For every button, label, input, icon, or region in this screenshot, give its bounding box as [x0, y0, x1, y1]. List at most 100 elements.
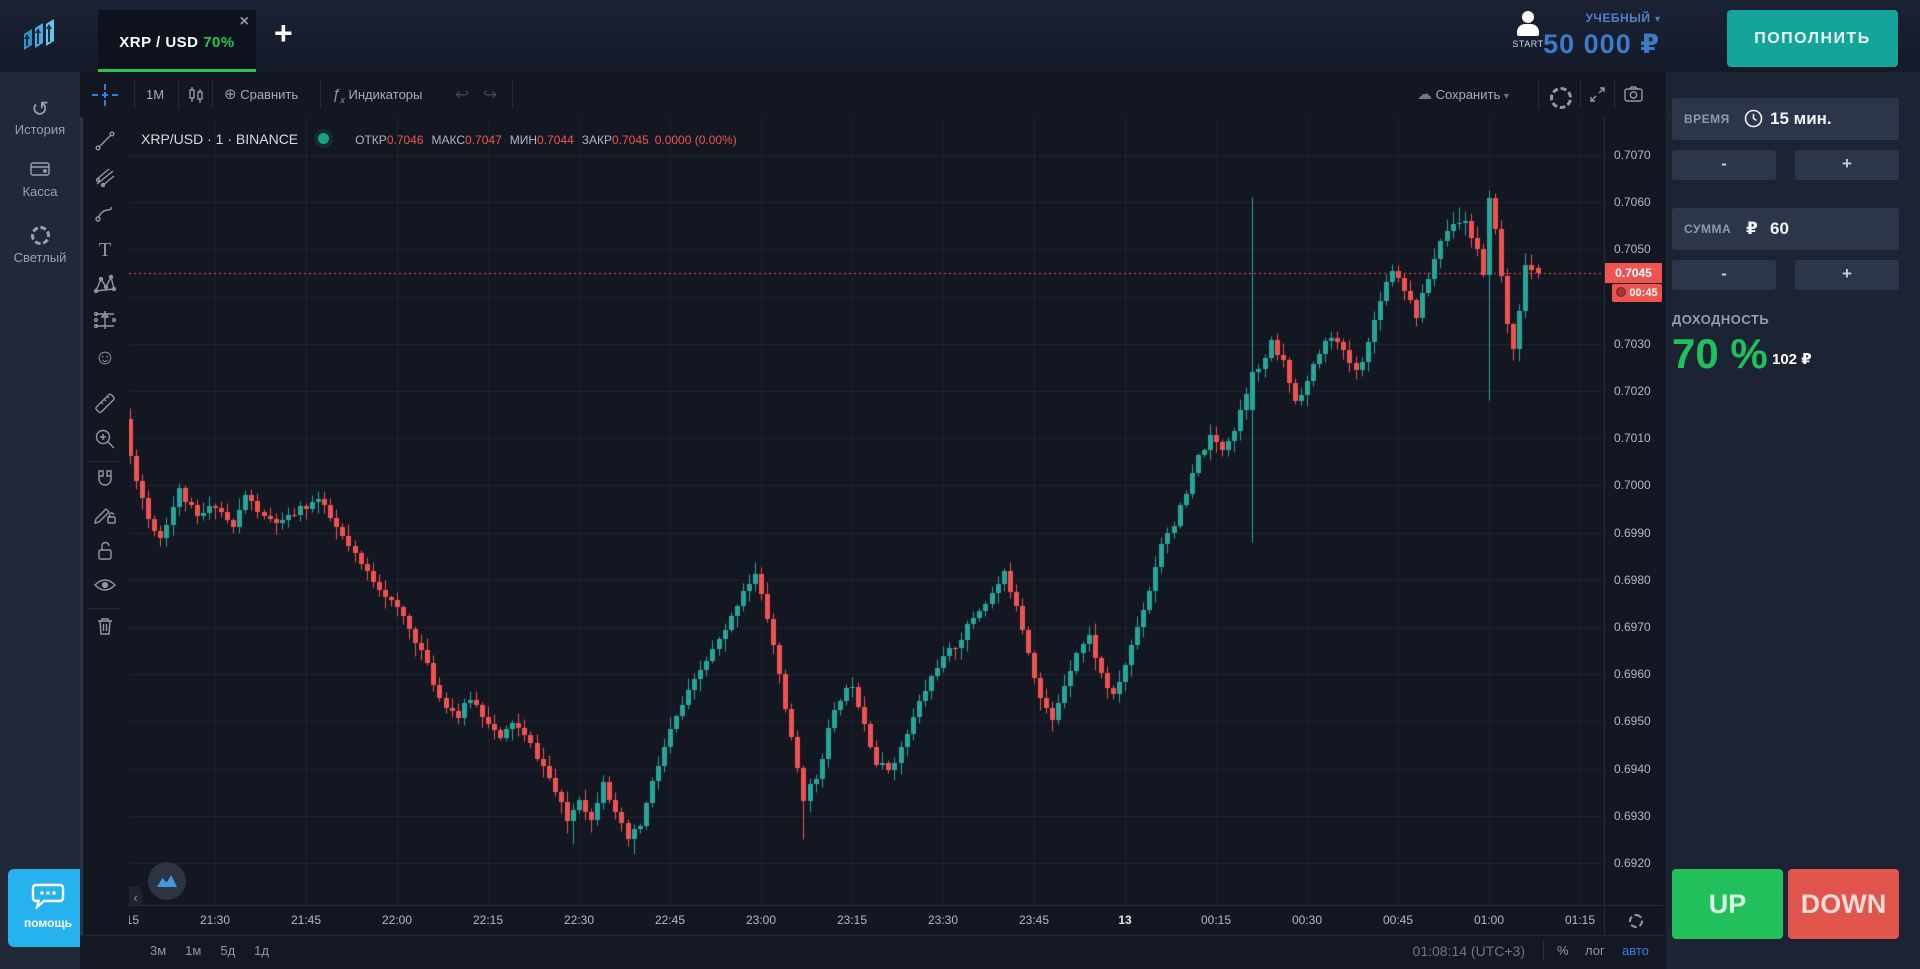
top-bar: XRP / USD 70% × + START УЧЕБНЫЙ ▾ 50 000… — [0, 0, 1920, 72]
amount-value: 60 — [1770, 219, 1789, 239]
tab-payout: 70% — [203, 34, 235, 51]
time-tick: 21:30 — [185, 913, 245, 927]
time-label: ВРЕМЯ — [1684, 112, 1730, 126]
prediction-tool-icon[interactable] — [88, 309, 122, 337]
help-label: помощь — [8, 916, 88, 930]
indicators-button[interactable]: ƒx Индикаторы — [332, 72, 422, 117]
sidebar-item-label: История — [15, 122, 65, 137]
ruble-icon: ₽ — [1746, 219, 1758, 239]
account-switcher[interactable]: УЧЕБНЫЙ ▾ 50 000 ₽ — [1430, 9, 1660, 60]
time-minus-button[interactable]: - — [1672, 150, 1776, 180]
last-price-tag: 0.7045 — [1605, 263, 1662, 283]
drawing-lock-icon[interactable] — [88, 504, 122, 532]
help-button[interactable]: помощь — [8, 869, 88, 947]
deposit-button[interactable]: ПОПОЛНИТЬ — [1727, 10, 1898, 67]
sidebar-item-history[interactable]: ↺ История — [0, 98, 80, 137]
fullscreen-icon[interactable] — [1589, 86, 1606, 108]
time-tick: 01:15 — [1550, 913, 1604, 927]
watermark-button[interactable] — [148, 862, 186, 900]
time-tick: 13 — [1095, 913, 1155, 927]
price-tick: 0.7030 — [1614, 337, 1651, 351]
price-tick: 0.6950 — [1614, 714, 1651, 728]
price-tick: 0.7050 — [1614, 242, 1651, 256]
lock-icon[interactable] — [88, 540, 122, 568]
compare-button[interactable]: ⊕ Сравнить — [224, 72, 298, 117]
camera-icon[interactable] — [1624, 86, 1643, 107]
candlestick-chart[interactable] — [129, 117, 1604, 905]
indicators-label: Индикаторы — [348, 87, 422, 102]
sidebar-item-label: Светлый — [14, 250, 67, 265]
sidebar-item-theme[interactable]: Светлый — [0, 226, 80, 265]
candle-countdown-tag: 00:45 — [1612, 284, 1662, 302]
eye-icon[interactable] — [88, 576, 122, 604]
tab-xrp-usd[interactable]: XRP / USD 70% × — [98, 10, 256, 72]
interval-button[interactable]: 1М — [146, 72, 164, 117]
crosshair-icon[interactable] — [92, 84, 118, 106]
magnet-icon[interactable] — [88, 468, 122, 496]
sidebar-item-cashier[interactable]: Касса — [0, 160, 80, 199]
chat-bubble-icon — [31, 881, 65, 909]
time-axis[interactable]: 21:1521:3021:4522:0022:1522:3022:4523:00… — [129, 905, 1604, 936]
tab-title: XRP / USD 70% — [98, 34, 256, 51]
ruler-icon[interactable] — [88, 392, 122, 420]
percent-scale-button[interactable]: % — [1557, 943, 1569, 958]
countdown-clock-icon — [1616, 287, 1626, 297]
session-clock[interactable]: 01:08:14 (UTC+3) — [1380, 943, 1525, 959]
save-layout-button[interactable]: ☁ Сохранить ▾ — [1417, 72, 1509, 117]
time-axis-corner — [1604, 905, 1663, 936]
cloud-icon: ☁ — [1417, 86, 1432, 103]
trend-line-icon[interactable] — [88, 130, 122, 158]
up-button[interactable]: UP — [1672, 869, 1783, 939]
range-selector: 3м 1м 5д 1д — [150, 943, 288, 958]
time-plus-button[interactable]: + — [1795, 150, 1899, 180]
gann-fib-icon[interactable] — [88, 166, 122, 194]
undo-icon[interactable]: ↩ — [455, 72, 469, 117]
xabcd-pattern-icon[interactable] — [88, 273, 122, 301]
down-button[interactable]: DOWN — [1788, 869, 1899, 939]
amount-plus-button[interactable]: + — [1795, 260, 1899, 290]
price-tick: 0.7000 — [1614, 478, 1651, 492]
source-dot-icon[interactable] — [314, 129, 333, 148]
range-button[interactable]: 1м — [185, 943, 201, 958]
log-scale-button[interactable]: лог — [1585, 943, 1605, 958]
range-button[interactable]: 3м — [150, 943, 166, 958]
time-tick: 01:00 — [1459, 913, 1519, 927]
chart-legend: XRP/USD · 1 · BINANCEОТКР0.7046МАКС0.704… — [141, 129, 737, 148]
legend-symbol[interactable]: XRP/USD · 1 · BINANCE — [141, 131, 298, 147]
settings-gear-icon[interactable] — [1550, 87, 1572, 109]
close-icon[interactable]: × — [240, 14, 249, 30]
payout-percent: 70 % — [1672, 330, 1768, 378]
range-button[interactable]: 1д — [254, 943, 269, 958]
range-button[interactable]: 5д — [220, 943, 235, 958]
amount-selector[interactable]: СУММА ₽ 60 — [1672, 208, 1899, 250]
clock-icon — [1744, 109, 1763, 128]
axis-settings-icon[interactable] — [1629, 914, 1643, 928]
compare-label: Сравнить — [240, 87, 298, 102]
sun-icon — [0, 226, 80, 250]
brush-icon[interactable] — [88, 202, 122, 230]
price-tick: 0.6980 — [1614, 573, 1651, 587]
redo-icon[interactable]: ↪ — [483, 72, 497, 117]
price-tick: 0.6940 — [1614, 762, 1651, 776]
time-tick: 21:15 — [129, 913, 154, 927]
wallet-icon — [0, 160, 80, 184]
auto-scale-button[interactable]: авто — [1622, 943, 1649, 958]
emoji-icon[interactable]: ☺ — [88, 345, 122, 373]
legend-high: 0.7047 — [465, 133, 502, 147]
legend-low: 0.7044 — [537, 133, 574, 147]
legend-change: 0.0000 (0.00%) — [655, 133, 737, 147]
app-logo-icon[interactable] — [16, 12, 64, 65]
text-tool-icon[interactable]: T — [88, 237, 122, 265]
fx-icon: ƒx — [332, 86, 345, 103]
zoom-in-icon[interactable] — [88, 428, 122, 456]
add-tab-button[interactable]: + — [274, 17, 293, 49]
amount-minus-button[interactable]: - — [1672, 260, 1776, 290]
trading-app: XRP / USD 70% × + START УЧЕБНЫЙ ▾ 50 000… — [0, 0, 1920, 969]
price-axis[interactable]: 0.70700.70600.70500.70400.70300.70200.70… — [1604, 117, 1663, 935]
time-tick: 23:15 — [822, 913, 882, 927]
history-icon: ↺ — [0, 98, 80, 122]
time-selector[interactable]: ВРЕМЯ 15 мин. — [1672, 98, 1899, 140]
chart-type-icon[interactable] — [188, 86, 204, 104]
trash-icon[interactable] — [88, 615, 122, 643]
payout-amount: 102 ₽ — [1772, 350, 1812, 368]
